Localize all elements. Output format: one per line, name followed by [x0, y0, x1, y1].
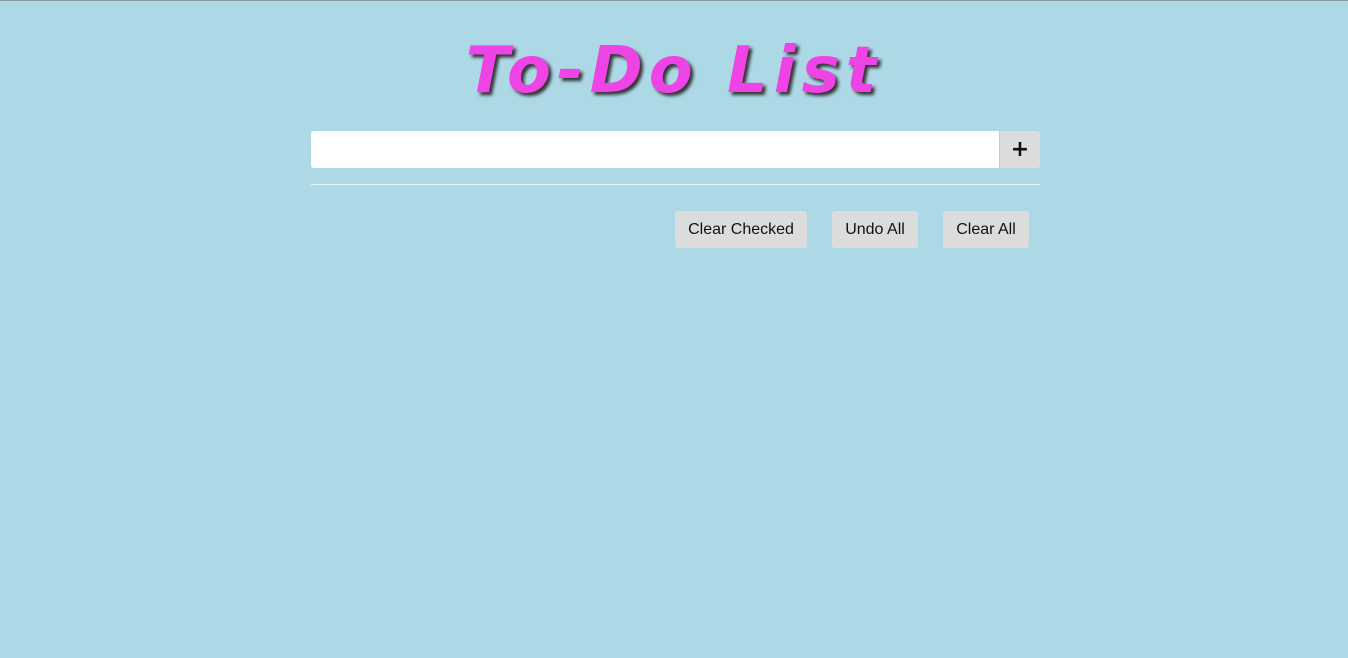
clear-all-button[interactable]: Clear All [943, 211, 1029, 248]
add-task-button[interactable]: + [999, 131, 1040, 168]
undo-all-button[interactable]: Undo All [832, 211, 918, 248]
divider [311, 184, 1040, 185]
clear-checked-button[interactable]: Clear Checked [675, 211, 807, 248]
task-input[interactable] [311, 131, 999, 168]
add-task-form: + [311, 131, 1040, 168]
page-title: To-Do List [465, 34, 883, 108]
